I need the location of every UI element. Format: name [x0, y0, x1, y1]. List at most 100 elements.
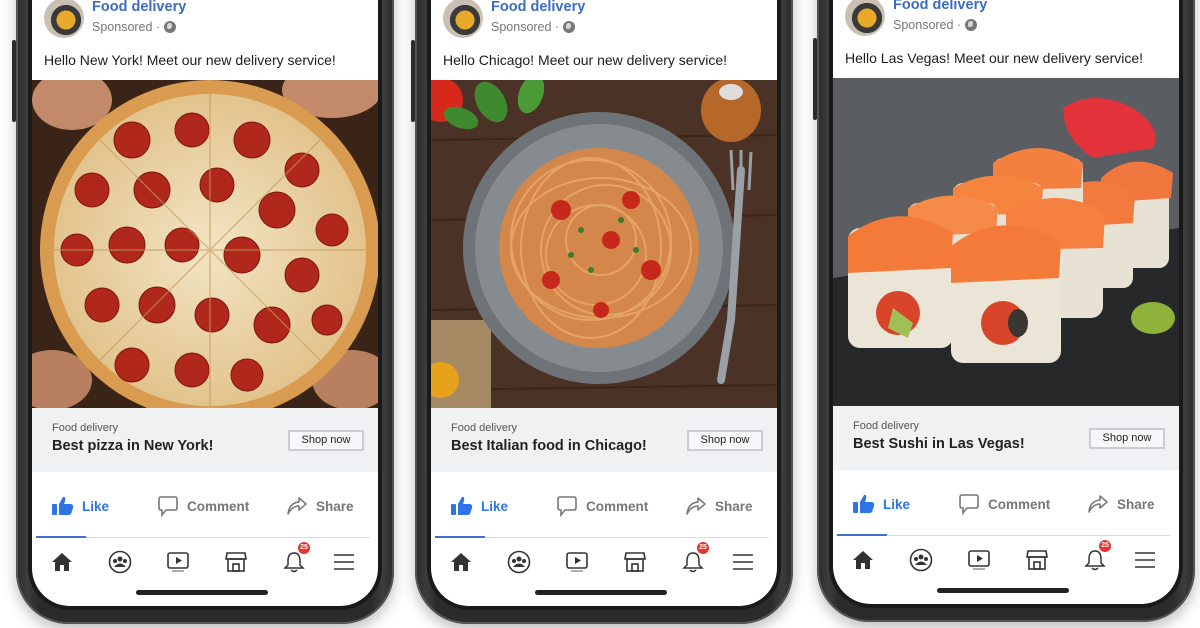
share-button[interactable]: Share: [685, 496, 753, 516]
page-name-link[interactable]: Food delivery: [893, 0, 987, 14]
share-icon: [1088, 495, 1108, 513]
home-indicator-bar[interactable]: [535, 590, 667, 595]
nav-watch[interactable]: [561, 546, 593, 578]
page-name-link[interactable]: Food delivery: [92, 0, 186, 16]
nav-divider: [86, 537, 370, 538]
sushi-photo[interactable]: [833, 78, 1179, 406]
active-tab-indicator: [435, 536, 485, 538]
pizza-photo[interactable]: [32, 80, 378, 408]
share-label: Share: [1117, 496, 1155, 512]
marketplace-icon: [1026, 550, 1048, 570]
nav-groups[interactable]: [503, 546, 535, 578]
active-tab-indicator: [837, 534, 887, 536]
share-label: Share: [316, 498, 354, 514]
menu-icon: [733, 554, 753, 570]
nav-groups[interactable]: [905, 544, 937, 576]
side-button: [411, 40, 415, 122]
nav-watch[interactable]: [162, 546, 194, 578]
bottom-navigation: 25: [431, 542, 777, 578]
nav-divider: [887, 535, 1171, 536]
post-action-bar: Like Comment Share: [32, 488, 378, 524]
post-caption: Hello New York! Meet our new delivery se…: [44, 52, 336, 68]
link-preview-bar[interactable]: Food delivery Best Italian food in Chica…: [431, 408, 777, 472]
globe-icon: [164, 21, 177, 33]
facebook-ad-screen: Food delivery Sponsored · Hello Las Vega…: [833, 0, 1179, 604]
facebook-ad-screen: Food delivery Sponsored · Hello Chicago!…: [431, 0, 777, 606]
link-preview-bar[interactable]: Food delivery Best pizza in New York! Sh…: [32, 408, 378, 472]
notification-badge: 25: [697, 542, 709, 554]
shop-now-button[interactable]: Shop now: [687, 430, 763, 451]
notification-badge: 25: [298, 542, 310, 554]
nav-notifications[interactable]: 25: [677, 542, 709, 578]
groups-icon: [507, 550, 531, 574]
like-button[interactable]: Like: [52, 496, 109, 516]
page-avatar[interactable]: [44, 0, 84, 38]
spaghetti-photo[interactable]: [431, 80, 777, 408]
post-caption: Hello Chicago! Meet our new delivery ser…: [443, 52, 728, 68]
nav-menu[interactable]: [1129, 544, 1161, 576]
link-headline[interactable]: Best Italian food in Chicago!: [451, 438, 647, 454]
groups-icon: [909, 548, 933, 572]
notification-badge: 25: [1099, 540, 1111, 552]
nav-notifications[interactable]: 25: [1079, 540, 1111, 576]
nav-marketplace[interactable]: [619, 546, 651, 578]
nav-watch[interactable]: [963, 544, 995, 576]
phone-mockup-chicago: Food delivery Sponsored · Hello Chicago!…: [411, 0, 793, 624]
link-headline[interactable]: Best pizza in New York!: [52, 438, 213, 454]
share-icon: [686, 497, 706, 515]
nav-home[interactable]: [445, 546, 477, 578]
share-button[interactable]: Share: [1087, 494, 1155, 514]
like-button[interactable]: Like: [853, 494, 910, 514]
nav-home[interactable]: [847, 544, 879, 576]
comment-icon: [158, 496, 178, 517]
watch-icon: [167, 552, 189, 572]
nav-marketplace[interactable]: [1021, 544, 1053, 576]
link-domain: Food delivery: [451, 422, 518, 434]
comment-icon: [959, 494, 979, 515]
marketplace-icon: [225, 552, 247, 572]
post-action-bar: Like Comment Share: [431, 488, 777, 524]
post-header: Food delivery Sponsored ·: [443, 0, 585, 38]
shop-now-button[interactable]: Shop now: [1089, 428, 1165, 449]
comment-label: Comment: [586, 498, 649, 514]
nav-home[interactable]: [46, 546, 78, 578]
menu-icon: [334, 554, 354, 570]
phone-mockup-new-york: Food delivery Sponsored · Hello New York…: [12, 0, 394, 624]
share-icon: [287, 497, 307, 515]
nav-divider: [485, 537, 769, 538]
post-header: Food delivery Sponsored ·: [44, 0, 186, 38]
facebook-ad-screen: Food delivery Sponsored · Hello New York…: [32, 0, 378, 606]
groups-icon: [108, 550, 132, 574]
nav-menu[interactable]: [727, 546, 759, 578]
home-icon: [451, 553, 471, 571]
page-name-link[interactable]: Food delivery: [491, 0, 585, 16]
thumbs-up-icon: [853, 494, 875, 513]
globe-icon: [563, 21, 576, 33]
nav-notifications[interactable]: 25: [278, 542, 310, 578]
link-preview-bar[interactable]: Food delivery Best Sushi in Las Vegas! S…: [833, 406, 1179, 470]
link-headline[interactable]: Best Sushi in Las Vegas!: [853, 436, 1025, 452]
nav-groups[interactable]: [104, 546, 136, 578]
comment-label: Comment: [988, 496, 1051, 512]
home-indicator-bar[interactable]: [136, 590, 268, 595]
page-avatar[interactable]: [845, 0, 885, 36]
comment-icon: [557, 496, 577, 517]
page-avatar[interactable]: [443, 0, 483, 38]
home-icon: [853, 551, 873, 569]
comment-button[interactable]: Comment: [556, 495, 648, 517]
marketplace-icon: [624, 552, 646, 572]
bottom-navigation: 25: [833, 540, 1179, 576]
nav-marketplace[interactable]: [220, 546, 252, 578]
watch-icon: [968, 550, 990, 570]
post-header: Food delivery Sponsored ·: [845, 0, 987, 36]
side-button: [813, 38, 817, 120]
comment-button[interactable]: Comment: [157, 495, 249, 517]
globe-icon: [965, 19, 978, 31]
share-button[interactable]: Share: [286, 496, 354, 516]
shop-now-button[interactable]: Shop now: [288, 430, 364, 451]
like-label: Like: [883, 496, 911, 512]
like-button[interactable]: Like: [451, 496, 508, 516]
nav-menu[interactable]: [328, 546, 360, 578]
home-indicator-bar[interactable]: [937, 588, 1069, 593]
comment-button[interactable]: Comment: [958, 493, 1050, 515]
